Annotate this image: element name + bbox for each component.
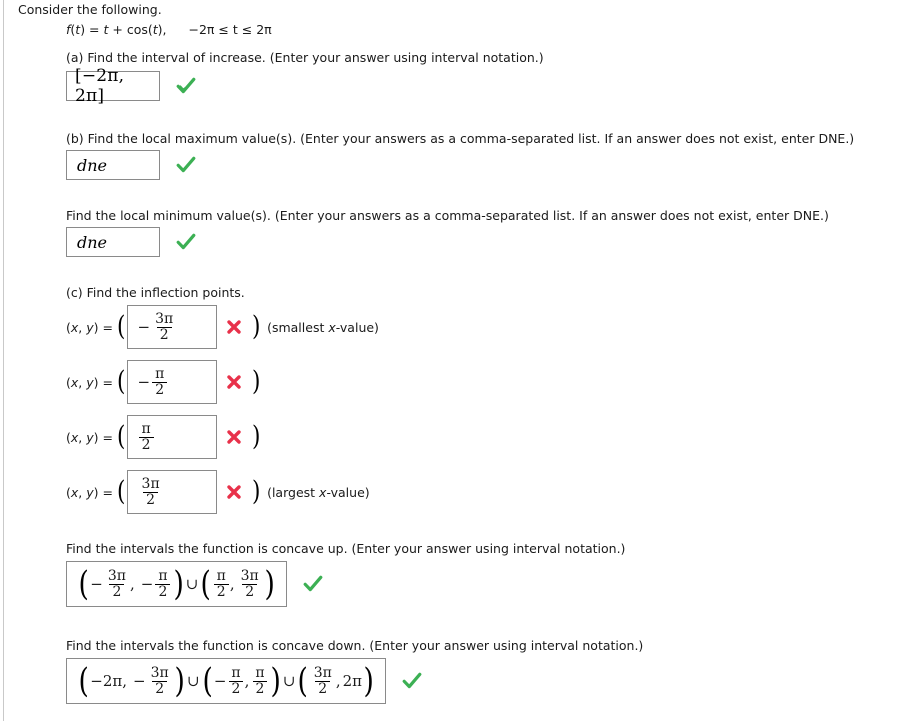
part-a-answer-row: [−2π, 2π] — [66, 66, 196, 106]
function-domain: −2π ≤ t ≤ 2π — [188, 22, 272, 37]
part-b-min-answer-row: dne — [66, 227, 196, 257]
concave-down-answer-input[interactable]: (−2π, −3π 2) ∪(− π 2, π 2) ∪(3π 2, 2π) — [66, 658, 387, 704]
concave-up-prompt: Find the intervals the function is conca… — [66, 541, 626, 556]
cross-mark-icon-2 — [226, 374, 242, 390]
part-b-max-prompt: (b) Find the local maximum value(s). (En… — [66, 131, 855, 146]
part-a-answer-value: [−2π, 2π] — [75, 66, 125, 106]
coord-label-3: (x, y) = — [66, 429, 113, 445]
check-mark-icon-concave-down — [402, 672, 422, 690]
page-left-rule — [3, 0, 4, 721]
close-paren-2: ) — [251, 366, 261, 398]
inflection-input-2[interactable]: − π 2 — [126, 360, 217, 404]
cross-mark-icon-3 — [226, 429, 242, 445]
inflection-numerator-4: 3π — [141, 476, 160, 493]
concave-down-answer-row: (−2π, −3π 2) ∪(− π 2, π 2) ∪(3π 2, 2π) — [66, 658, 422, 704]
check-mark-icon-part-b-max — [176, 156, 196, 174]
cross-mark-icon-1 — [226, 319, 242, 335]
inflection-denominator-2: 2 — [152, 381, 168, 397]
inflection-note-1: (smallest x-value) — [267, 319, 379, 335]
inflection-note-4: (largest x-value) — [267, 484, 370, 500]
function-expression: f(t) = t + cos(t), — [66, 22, 167, 37]
inflection-fraction-2: π 2 — [152, 366, 168, 397]
check-mark-icon-part-a — [176, 77, 196, 95]
part-b-max-answer-value: dne — [77, 155, 108, 175]
close-paren-1: ) — [251, 311, 261, 343]
concave-up-answer-value: (− 3π 2, − π 2) ∪(π 2, 3π 2) — [78, 563, 275, 604]
inflection-denominator-3: 2 — [138, 436, 154, 452]
coord-label-1: (x, y) = — [66, 319, 113, 335]
inflection-numerator-3: π — [141, 421, 151, 438]
inflection-input-3[interactable]: π 2 — [126, 415, 217, 459]
inflection-input-1[interactable]: − 3π 2 — [126, 305, 217, 349]
inflection-sign-1: − — [137, 318, 151, 336]
inflection-fraction-1: 3π 2 — [152, 312, 176, 342]
inflection-fraction-4: 3π 2 — [139, 477, 163, 507]
check-mark-icon-concave-up — [303, 575, 323, 593]
concave-up-answer-row: (− 3π 2, − π 2) ∪(π 2, 3π 2) — [66, 561, 323, 607]
inflection-numerator-2: π — [155, 366, 165, 383]
open-paren-1: ( — [117, 311, 126, 343]
part-b-min-answer-value: dne — [77, 232, 108, 252]
part-b-max-answer-input[interactable]: dne — [66, 150, 160, 180]
close-paren-3: ) — [251, 421, 261, 453]
concave-down-prompt: Find the intervals the function is conca… — [66, 638, 644, 653]
part-a-answer-input[interactable]: [−2π, 2π] — [66, 66, 160, 106]
open-paren-2: ( — [117, 366, 126, 398]
inflection-row-4: (x, y) = ( 3π 2 ) (largest x-value) — [66, 470, 370, 514]
open-paren-4: ( — [117, 476, 126, 508]
close-paren-4: ) — [251, 476, 261, 508]
inflection-row-1: (x, y) = ( − 3π 2 ) (smallest x-value) — [66, 305, 379, 349]
coord-label-2: (x, y) = — [66, 374, 113, 390]
inflection-row-2: (x, y) = ( − π 2 ) — [66, 360, 261, 404]
coord-label-4: (x, y) = — [66, 484, 113, 500]
part-b-min-prompt: Find the local minimum value(s). (Enter … — [66, 208, 829, 223]
inflection-row-3: (x, y) = ( π 2 ) — [66, 415, 261, 459]
inflection-fraction-3: π 2 — [138, 421, 154, 452]
check-mark-icon-part-b-min — [176, 233, 196, 251]
inflection-sign-2: − — [137, 373, 151, 391]
part-b-min-answer-input[interactable]: dne — [66, 227, 160, 257]
part-b-max-answer-row: dne — [66, 150, 196, 180]
function-definition: f(t) = t + cos(t), −2π ≤ t ≤ 2π — [66, 22, 272, 37]
concave-up-answer-input[interactable]: (− 3π 2, − π 2) ∪(π 2, 3π 2) — [66, 561, 287, 607]
cross-mark-icon-4 — [226, 484, 242, 500]
inflection-denominator-4: 2 — [143, 491, 159, 507]
inflection-numerator-1: 3π — [155, 311, 174, 328]
inflection-denominator-1: 2 — [156, 326, 172, 342]
part-c-prompt: (c) Find the inflection points. — [66, 285, 245, 300]
inflection-input-4[interactable]: 3π 2 — [126, 470, 217, 514]
intro-text: Consider the following. — [18, 2, 162, 17]
open-paren-3: ( — [117, 421, 126, 453]
concave-down-answer-value: (−2π, −3π 2) ∪(− π 2, π 2) ∪(3π 2, 2π) — [78, 660, 374, 701]
part-a-prompt: (a) Find the interval of increase. (Ente… — [66, 50, 544, 65]
